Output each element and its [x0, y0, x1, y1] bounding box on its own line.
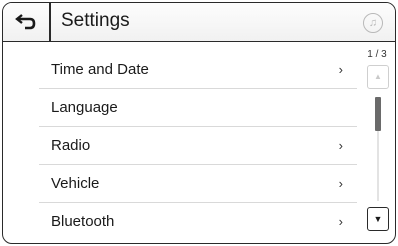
chevron-right-icon: › [338, 62, 343, 77]
page-title: Settings [61, 10, 130, 31]
list-item-label: Bluetooth [51, 213, 115, 230]
chevron-right-icon: › [338, 176, 343, 191]
settings-list: Time and Date › Language Radio › Vehicle… [39, 51, 357, 240]
list-item-label: Radio [51, 137, 91, 154]
settings-screen: Settings ♫ Time and Date › Language Radi… [2, 2, 396, 244]
back-button[interactable] [3, 3, 49, 41]
list-item-vehicle[interactable]: Vehicle › [39, 165, 357, 203]
list-item-bluetooth[interactable]: Bluetooth › [39, 203, 357, 240]
page-indicator: 1 / 3 [367, 49, 387, 60]
music-note-icon[interactable]: ♫ [363, 13, 383, 33]
list-item-label: Language [51, 99, 118, 116]
header-bar: Settings ♫ [3, 3, 395, 42]
chevron-right-icon: › [338, 214, 343, 229]
back-arrow-icon [15, 14, 36, 30]
scroll-down-button[interactable]: ▼ [367, 207, 389, 231]
list-item-time-and-date[interactable]: Time and Date › [39, 51, 357, 89]
scrollbar: 1 / 3 ▲ ▼ [361, 47, 393, 239]
list-item-label: Time and Date [51, 61, 149, 78]
scroll-up-button[interactable]: ▲ [367, 65, 389, 89]
list-item-language[interactable]: Language [39, 89, 357, 127]
header-divider [49, 3, 51, 41]
list-item-label: Vehicle [51, 175, 100, 192]
scroll-thumb[interactable] [375, 97, 381, 131]
list-item-radio[interactable]: Radio › [39, 127, 357, 165]
chevron-right-icon: › [338, 138, 343, 153]
